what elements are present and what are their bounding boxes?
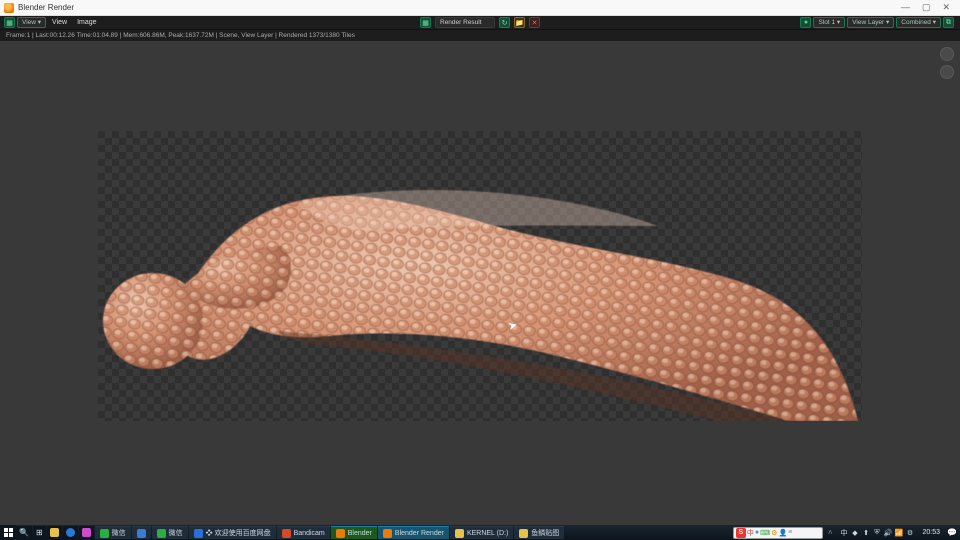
zoom-gizmo[interactable] <box>940 47 954 61</box>
editor-type-icon[interactable]: ▦ <box>4 17 15 28</box>
app-icon <box>519 529 528 538</box>
render-status-line: Frame:1 | Last:00:12.26 Time:01:04.89 | … <box>0 30 960 41</box>
window-title: Blender Render <box>18 3 901 12</box>
sogou-icon: S <box>736 528 746 538</box>
tray-icon-2[interactable]: ⬆ <box>862 528 871 537</box>
view-dropdown[interactable]: View ▾ <box>17 17 46 28</box>
taskbar-item-label: ❖ 欢迎使用百度网盘 <box>206 528 271 538</box>
tray-icon-4[interactable]: 🔊 <box>884 528 893 537</box>
menu-view[interactable]: View <box>48 19 71 26</box>
pass-dropdown[interactable]: Combined ▾ <box>896 17 941 28</box>
viewport-gizmos <box>940 47 954 79</box>
system-tray: 中◆⬆⛨🔊📶⚙ <box>836 525 919 540</box>
app-icon <box>383 529 392 538</box>
app-icon <box>455 529 464 538</box>
blender-icon <box>4 3 14 13</box>
close-button[interactable]: ✕ <box>942 2 950 13</box>
refresh-icon[interactable]: ↻ <box>499 17 510 28</box>
titlebar: Blender Render — ▢ ✕ <box>0 0 960 16</box>
windows-taskbar: 🔍 ⊞ 微信 微信 ❖ 欢迎使用百度网盘 Bandicam Blender Blender… <box>0 525 960 540</box>
taskbar-item-0[interactable]: 微信 <box>95 526 131 539</box>
rendered-image <box>98 131 862 421</box>
tray-icon-3[interactable]: ⛨ <box>873 528 882 537</box>
open-folder-icon[interactable]: 📁 <box>514 17 525 28</box>
image-browse-icon[interactable]: ▦ <box>420 17 431 28</box>
maximize-button[interactable]: ▢ <box>922 2 931 13</box>
unlink-icon[interactable]: ✕ <box>529 17 540 28</box>
pinned-app-icon[interactable] <box>79 526 94 539</box>
layer-dropdown[interactable]: View Layer ▾ <box>847 17 894 28</box>
taskbar-item-8[interactable]: 鱼鳞贴图 <box>514 526 564 539</box>
taskbar-item-6[interactable]: Blender Render <box>378 526 449 539</box>
image-name-field[interactable]: Render Result <box>435 17 495 28</box>
windows-logo-icon <box>4 528 13 537</box>
taskbar-item-3[interactable]: ❖ 欢迎使用百度网盘 <box>189 526 276 539</box>
app-icon <box>157 529 166 538</box>
search-icon[interactable]: 🔍 <box>16 526 32 539</box>
taskbar-item-label: 微信 <box>112 528 126 538</box>
taskbar-clock[interactable]: 20:53 <box>919 529 945 536</box>
app-icon <box>137 529 146 538</box>
stereo-icon[interactable]: ● <box>800 17 811 28</box>
tray-icon-6[interactable]: ⚙ <box>906 528 915 537</box>
ime-toolbar[interactable]: S 中 ● ⌨ ⚙ 👤 ≡ <box>733 527 823 539</box>
image-editor-header: ▦ View ▾ View Image ▦ Render Result ↻ 📁 … <box>0 16 960 30</box>
viewport[interactable]: ➤ <box>0 41 960 525</box>
channels-icon[interactable]: ⧉ <box>943 17 954 28</box>
taskbar-item-5[interactable]: Blender <box>331 526 377 539</box>
taskbar-item-7[interactable]: KERNEL (D:) <box>450 526 513 539</box>
render-canvas <box>98 131 862 421</box>
app-icon <box>336 529 345 538</box>
app-body: ▦ View ▾ View Image ▦ Render Result ↻ 📁 … <box>0 16 960 525</box>
start-button[interactable] <box>0 525 16 540</box>
notification-icon[interactable]: 💬 <box>944 528 960 537</box>
taskbar-item-label: Bandicam <box>294 530 325 537</box>
tray-icon-5[interactable]: 📶 <box>895 528 904 537</box>
app-icon <box>194 529 203 538</box>
app-icon <box>100 529 109 538</box>
app-icon <box>282 529 291 538</box>
blender-render-window: Blender Render — ▢ ✕ ▦ View ▾ View Image… <box>0 0 960 525</box>
minimize-button[interactable]: — <box>901 2 910 13</box>
pan-gizmo[interactable] <box>940 65 954 79</box>
tray-overflow-icon[interactable]: ˄ <box>825 528 836 537</box>
pinned-explorer-icon[interactable] <box>47 526 62 539</box>
taskbar-item-label: 微信 <box>169 528 183 538</box>
taskbar-item-label: 鱼鳞贴图 <box>531 528 559 538</box>
taskbar-item-label: Blender Render <box>395 530 444 537</box>
slot-dropdown[interactable]: Slot 1 ▾ <box>813 17 845 28</box>
tray-icon-0[interactable]: 中 <box>840 528 849 537</box>
taskbar-item-2[interactable]: 微信 <box>152 526 188 539</box>
taskview-icon[interactable]: ⊞ <box>33 526 46 539</box>
pinned-edge-icon[interactable] <box>63 526 78 539</box>
tray-icon-1[interactable]: ◆ <box>851 528 860 537</box>
taskbar-item-4[interactable]: Bandicam <box>277 526 330 539</box>
menu-image[interactable]: Image <box>73 19 100 26</box>
taskbar-item-1[interactable] <box>132 526 151 539</box>
taskbar-item-label: KERNEL (D:) <box>467 530 508 537</box>
taskbar-item-label: Blender <box>348 530 372 537</box>
